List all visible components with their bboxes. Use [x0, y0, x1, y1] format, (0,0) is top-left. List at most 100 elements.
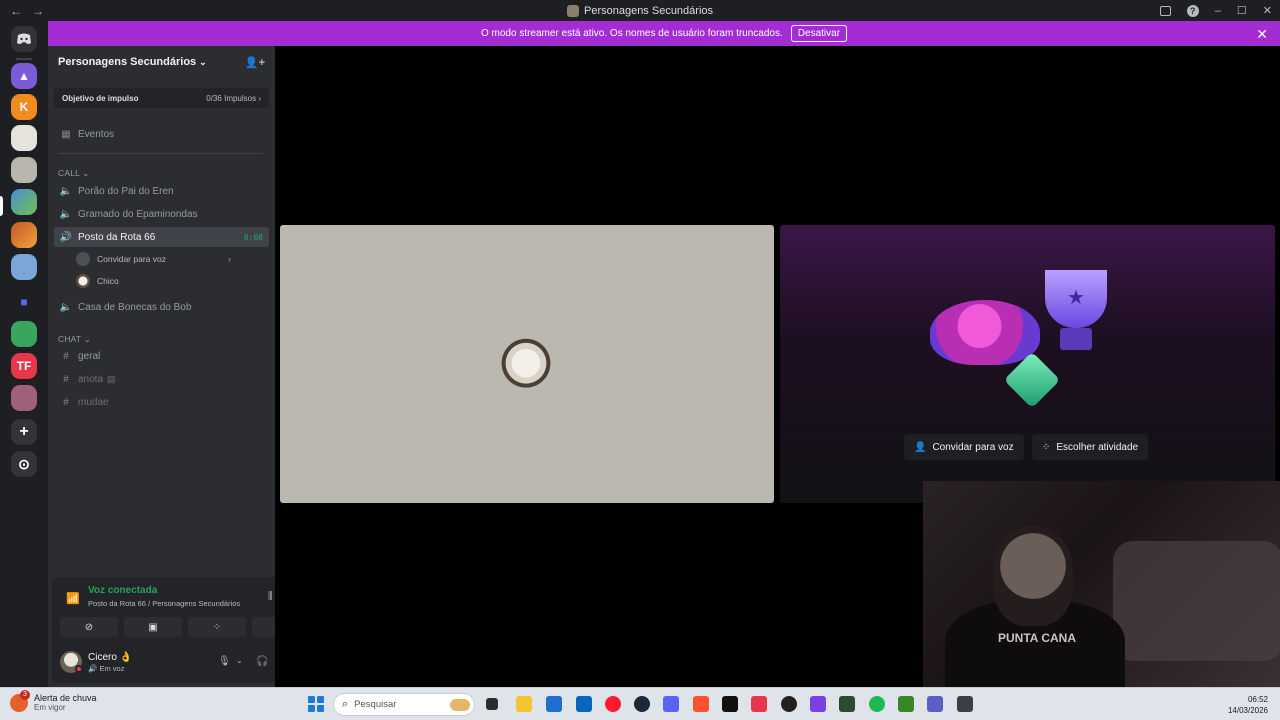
boost-goal[interactable]: Objetivo de impulso 0/36 Impulsos › — [54, 88, 269, 108]
add-server-icon[interactable]: + — [11, 419, 37, 445]
text-channel-mudae[interactable]: # mudae — [54, 392, 269, 412]
choose-activity-button[interactable]: ⁘ Escolher atividade — [1032, 434, 1149, 460]
speaker-icon: 🔈 — [59, 185, 73, 197]
shield-app-icon[interactable] — [957, 696, 973, 712]
inbox-icon[interactable] — [1159, 5, 1171, 16]
spotify-icon[interactable] — [869, 696, 885, 712]
discord-home-icon[interactable] — [11, 26, 37, 52]
explore-icon[interactable]: ⊙ — [11, 451, 37, 477]
media-app-icon[interactable] — [810, 696, 826, 712]
steam-icon[interactable] — [634, 696, 650, 712]
forward-arrow-icon[interactable]: → — [32, 4, 44, 18]
plant-server-icon[interactable] — [11, 321, 37, 347]
invite-voice-button[interactable]: 👤 Convidar para voz — [904, 434, 1024, 460]
activities-button[interactable]: ⁘ — [188, 617, 246, 637]
minecraft-icon[interactable] — [898, 696, 914, 712]
activities-icon: ⁘ — [212, 621, 222, 633]
minimize-button[interactable]: – — [1215, 5, 1221, 17]
speaker-icon: 🔈 — [59, 301, 73, 313]
user-panel: Cicero 👌 🔊 Em voz 🎙 ⌄ 🎧 ⌄ ⚙ — [60, 649, 310, 677]
teams-icon[interactable] — [927, 696, 943, 712]
invite-voice-item[interactable]: Convidar para voz › — [76, 250, 231, 268]
weather-alert-icon: 3 — [10, 689, 30, 712]
weather-sub: Em vigor — [34, 703, 66, 712]
mic-chevron-icon[interactable]: ⌄ — [236, 656, 243, 665]
maximize-button[interactable]: ☐ — [1237, 4, 1247, 17]
noise-suppression-icon[interactable]: ⫼ — [268, 591, 273, 602]
disable-streamer-button[interactable]: Desativar — [790, 25, 848, 42]
microphone-icon[interactable]: 🎙 — [218, 656, 231, 667]
user-name[interactable]: Cicero 👌 — [88, 652, 132, 663]
star-icon: ★ — [1067, 287, 1085, 309]
category-call[interactable]: CALL ⌄ — [58, 168, 90, 179]
file-explorer-icon[interactable] — [516, 696, 532, 712]
person-head — [993, 526, 1073, 626]
close-window-button[interactable]: ✕ — [1263, 4, 1272, 17]
taskbar-search[interactable]: ⌕ Pesquisar — [333, 693, 475, 716]
game-server-icon[interactable] — [11, 189, 37, 215]
category-chat[interactable]: CHAT ⌄ — [58, 334, 91, 345]
chat-app-icon[interactable] — [781, 696, 797, 712]
document-icon: ▤ — [107, 373, 116, 384]
member-name: Chico — [97, 276, 119, 286]
avatar-server-icon[interactable] — [11, 254, 37, 280]
headphones-icon[interactable]: 🎧 — [256, 656, 268, 667]
text-channel-geral[interactable]: # geral — [54, 346, 269, 366]
tiktok-icon[interactable] — [722, 696, 738, 712]
voice-channel-label: Posto da Rota 66 — [78, 231, 156, 243]
voice-channel-casa[interactable]: 🔈 Casa de Bonecas do Bob — [54, 297, 269, 317]
guild-header[interactable]: Personagens Secundários ⌄ 👤+ — [48, 46, 275, 78]
store-icon[interactable] — [546, 696, 562, 712]
banner-close-icon[interactable]: ✕ — [1256, 26, 1268, 43]
signal-icon[interactable]: 📶 — [66, 592, 80, 605]
game-app-icon[interactable] — [839, 696, 855, 712]
outlook-icon[interactable] — [576, 696, 592, 712]
voice-location[interactable]: Posto da Rota 66 / Personagens Secundári… — [88, 599, 240, 608]
folder-icon[interactable]: ■ — [11, 289, 37, 315]
voice-actions: ⊘ ▣ ⁘ ✺ — [60, 617, 310, 637]
discord-taskbar-icon[interactable] — [663, 696, 679, 712]
server-icon — [566, 4, 579, 17]
voice-channel-gramado[interactable]: 🔈 Gramado do Epaminondas — [54, 204, 269, 224]
tf-app-icon[interactable] — [751, 696, 767, 712]
anime-server-icon[interactable] — [11, 385, 37, 411]
face-server-icon[interactable] — [11, 125, 37, 151]
voice-channel-posto[interactable]: 🔊 Posto da Rota 66 0:08 — [54, 227, 269, 247]
events-item[interactable]: ▦ Eventos — [54, 124, 269, 144]
taskbar-clock[interactable]: 06:52 14/03/2026 — [1228, 694, 1268, 716]
voice-status[interactable]: Voz conectada — [88, 585, 157, 596]
weather-widget[interactable]: 3 Alerta de chuva Em vigor — [10, 689, 97, 712]
trophy-base — [1060, 328, 1092, 350]
screen-share-button[interactable]: ▣ — [124, 617, 182, 637]
dog-server-icon[interactable] — [11, 157, 37, 183]
speaker-icon: 🔈 — [59, 208, 73, 220]
hash-icon: # — [63, 373, 69, 385]
task-view-icon[interactable] — [486, 698, 498, 710]
voice-channel-porao[interactable]: 🔈 Porão do Pai do Eren — [54, 181, 269, 201]
call-timer: 0:08 — [243, 232, 263, 242]
status-dot — [75, 665, 83, 673]
add-user-icon: 👤 — [914, 441, 927, 453]
fire-server-icon[interactable] — [11, 222, 37, 248]
k-server-icon[interactable]: K — [11, 94, 37, 120]
opera-icon[interactable] — [605, 696, 621, 712]
member-avatar — [76, 274, 90, 288]
voice-channel-label: Porão do Pai do Eren — [78, 185, 174, 197]
add-member-icon[interactable]: 👤+ — [245, 56, 265, 69]
back-arrow-icon[interactable]: ← — [10, 4, 22, 18]
start-button[interactable] — [308, 696, 324, 712]
clock-time: 06:52 — [1247, 695, 1268, 704]
text-channel-label: anota — [78, 373, 104, 385]
shell-illustration — [930, 300, 1040, 365]
triangle-server-icon[interactable]: ▲ — [11, 63, 37, 89]
text-channel-anota[interactable]: # anota ▤ — [54, 369, 269, 389]
participant-tile[interactable] — [280, 225, 774, 503]
tf-server-icon[interactable]: TF — [11, 353, 37, 379]
brave-icon[interactable] — [693, 696, 709, 712]
nav-buttons: ← → — [0, 4, 44, 18]
camera-off-button[interactable]: ⊘ — [60, 617, 118, 637]
camera-off-icon: ⊘ — [84, 621, 94, 633]
voice-member-item[interactable]: Chico — [76, 272, 119, 290]
window-title: Personagens Secundários — [566, 4, 713, 17]
help-icon[interactable]: ? — [1186, 4, 1199, 17]
